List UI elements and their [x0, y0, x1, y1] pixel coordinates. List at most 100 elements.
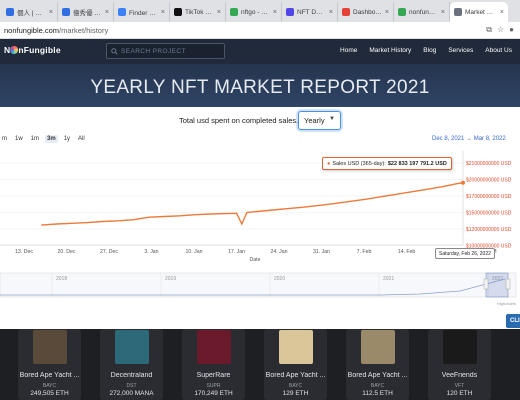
browser-tab[interactable]: nonfungible× [394, 2, 450, 22]
browser-tab[interactable]: 個人 | Wo...× [2, 2, 58, 22]
nft-card-price: 170,249 ETH [194, 390, 233, 397]
url-host: nonfungible.com [4, 25, 60, 35]
range-arrow: → [466, 136, 473, 142]
x-tick-label: 17. Jan [228, 249, 245, 255]
x-tick-label: 7. Feb [357, 249, 372, 255]
period-select[interactable]: Yearly ▼ [298, 111, 341, 130]
browser-tab[interactable]: TikTok Creat× [170, 2, 226, 22]
nav-link-services[interactable]: Services [448, 47, 473, 54]
nft-card-name: Decentraland [110, 372, 153, 379]
url-path: /market/history [59, 25, 109, 35]
browser-tab[interactable]: Finder 項目說× [114, 2, 170, 22]
x-axis-title: Date [250, 257, 261, 263]
tab-favicon-icon [398, 8, 406, 16]
nft-card-price: 112.5 ETH [362, 390, 393, 397]
nft-card[interactable]: Bored Ape Yacht ... BAYC 112.5 ETH [346, 329, 409, 400]
chart-tooltip: ● Sales USD (365-day): $22 833 197 791.2 U… [322, 157, 452, 170]
tab-close-icon[interactable]: × [49, 9, 53, 16]
tab-favicon-icon [286, 8, 294, 16]
nft-card-symbol: BAYC [42, 383, 57, 389]
zoom-button-1y[interactable]: 1y [62, 135, 72, 143]
period-selected-value: Yearly [304, 116, 325, 125]
y-tick-label: $20000000000 USD [466, 178, 512, 184]
url-text[interactable]: nonfungible.com/market/history [4, 26, 108, 35]
x-tick-label: 13. Dec [15, 249, 33, 255]
main-nav: Home Market History Blog Services About Us [340, 47, 512, 54]
zoom-button-1m[interactable]: 1m [29, 135, 41, 143]
site-header: NnFungible Home Market History Blog Service… [0, 39, 520, 64]
date-range[interactable]: Dec 8, 2021 → Mar 8, 2022 [432, 136, 506, 142]
tab-title: 億秀優 | Wo... [73, 10, 102, 17]
zoom-button-m[interactable]: m [0, 135, 9, 143]
browser-tab[interactable]: Dashboards× [338, 2, 394, 22]
nft-card-image [33, 330, 67, 364]
navigator-selection[interactable] [485, 272, 509, 298]
nft-card[interactable]: Decentraland DST 272,000 MANA [100, 329, 163, 400]
tab-favicon-icon [454, 8, 462, 16]
search-box[interactable] [106, 43, 225, 59]
nft-card-symbol: DST [126, 383, 137, 389]
tab-title: 個人 | Wo... [17, 10, 46, 17]
nav-link-about-us[interactable]: About Us [485, 47, 512, 54]
tab-close-icon[interactable]: × [500, 9, 504, 16]
tab-close-icon[interactable]: × [273, 9, 277, 16]
nft-card-image [115, 330, 149, 364]
tab-title: Dashboards [353, 8, 382, 16]
report-panel: Total usd spent on completed sales. Year… [0, 107, 520, 329]
zoom-button-1w[interactable]: 1w [13, 135, 25, 143]
cta-button[interactable]: CLI [506, 314, 520, 328]
tab-title: Market Histor [465, 8, 497, 16]
search-input[interactable] [121, 47, 216, 55]
nft-card[interactable]: VeeFriends VFT 120 ETH [428, 329, 491, 400]
range-end[interactable]: Mar 8, 2022 [474, 136, 506, 142]
tab-title: Finder 項目說 [129, 10, 158, 17]
nft-card-image [279, 330, 313, 364]
sales-chart[interactable]: $21000000000 USD $20000000000 USD $1700000… [0, 145, 520, 329]
navigator-year-label: 2020 [274, 276, 285, 282]
x-tick-label: 31. Jan [313, 249, 330, 255]
tab-title: NFT Data: ma [297, 8, 326, 16]
browser-tab[interactable]: nftgo - Goog× [226, 2, 282, 22]
tab-close-icon[interactable]: × [105, 9, 109, 16]
navigator-right-handle[interactable] [505, 278, 511, 290]
site-logo[interactable]: NnFungible [4, 45, 61, 55]
series-hover-point[interactable] [461, 180, 465, 185]
profile-icon[interactable]: ● [509, 25, 514, 35]
nft-card-name: Bored Ape Yacht ... [347, 372, 408, 379]
tab-close-icon[interactable]: × [161, 9, 165, 16]
navigator-left-handle[interactable] [483, 278, 489, 290]
nft-card-name: Bored Ape Yacht ... [19, 372, 80, 379]
tab-favicon-icon [342, 8, 350, 16]
tab-close-icon[interactable]: × [217, 9, 221, 16]
address-bar[interactable]: nonfungible.com/market/history ⧉ ☆ ● [0, 22, 520, 39]
bookmark-star-icon[interactable]: ☆ [497, 25, 504, 35]
nav-link-market-history[interactable]: Market History [369, 47, 411, 54]
nft-card-price: 120 ETH [446, 390, 473, 397]
range-start[interactable]: Dec 8, 2021 [432, 136, 464, 142]
x-tick-label: 24. Jan [270, 249, 287, 255]
browser-tab[interactable]: 億秀優 | Wo...× [58, 2, 114, 22]
zoom-button-3m[interactable]: 3m [45, 135, 58, 143]
nft-card[interactable]: Bored Ape Yacht ... BAYC 129 ETH [264, 329, 327, 400]
tab-close-icon[interactable]: × [385, 9, 389, 16]
zoom-button-all[interactable]: All [76, 135, 87, 143]
navigator-year-label: 2019 [165, 276, 176, 282]
nft-card-image [197, 330, 231, 364]
browser-tab[interactable]: Market Histor× [450, 2, 508, 22]
series-line[interactable] [41, 182, 464, 226]
tab-close-icon[interactable]: × [329, 9, 333, 16]
series-dot-icon: ● [327, 160, 331, 167]
nft-card[interactable]: Bored Ape Yacht ... BAYC 249,505 ETH [18, 329, 81, 400]
y-tick-label: $15000000000 USD [466, 211, 512, 217]
tab-favicon-icon [118, 8, 126, 16]
browser-tab[interactable]: NFT Data: ma× [282, 2, 338, 22]
navigator-panel[interactable] [0, 272, 517, 298]
nav-link-blog[interactable]: Blog [423, 47, 436, 54]
tab-close-icon[interactable]: × [441, 9, 445, 16]
navigator-year-label: 2021 [383, 276, 394, 282]
nft-card[interactable]: SuperRare SUPR 170,249 ETH [182, 329, 245, 400]
nft-card-symbol: BAYC [288, 383, 303, 389]
extensions-icon[interactable]: ⧉ [486, 25, 492, 35]
tab-title: nftgo - Goog [241, 8, 270, 16]
nav-link-home[interactable]: Home [340, 47, 357, 54]
